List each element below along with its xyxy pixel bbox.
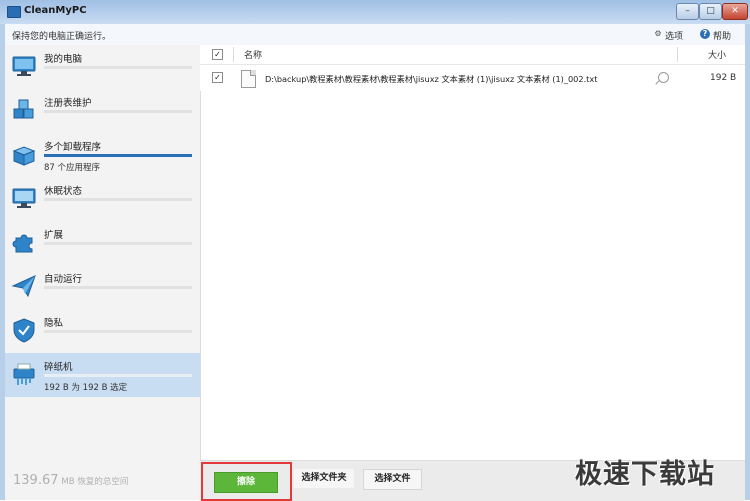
watermark-logo: 极速下载站: [575, 459, 715, 490]
file-icon: [241, 70, 256, 88]
progress-bar: [44, 198, 192, 201]
file-size: 192 B: [710, 73, 737, 83]
sidebar-item-label: 多个卸载程序: [44, 142, 102, 153]
sidebar-item-my-computer[interactable]: 我的电脑: [5, 45, 200, 89]
select-all-checkbox[interactable]: ✓: [212, 49, 223, 60]
paper-plane-icon: [11, 275, 36, 298]
hibernate-monitor-icon: [12, 188, 36, 208]
table-row[interactable]: ✓ D:\backup\教程素材\教程素材\教程素材\jisuxz 文本素材 (…: [200, 65, 745, 91]
status-text: 保持您的电脑正确运行。: [12, 32, 112, 42]
sidebar-item-label: 隐私: [44, 318, 64, 329]
reclaimed-space-summary: 139.67 MB 恢复的总空间: [13, 473, 128, 488]
window-frame-right: [745, 24, 750, 500]
erase-button[interactable]: 擦除: [214, 472, 278, 493]
column-header-name[interactable]: 名称: [244, 48, 262, 61]
progress-bar: [44, 154, 192, 157]
progress-bar: [44, 374, 192, 377]
shredder-icon: [13, 363, 35, 385]
column-header-size[interactable]: 大小: [708, 48, 726, 61]
progress-bar: [44, 110, 192, 113]
select-folder-button[interactable]: 选择文件夹: [294, 469, 354, 488]
options-link[interactable]: 选项: [665, 29, 683, 42]
reclaimed-value: 139.67: [13, 473, 59, 488]
select-file-button[interactable]: 选择文件: [363, 469, 422, 490]
sidebar-item-label: 自动运行: [44, 274, 83, 285]
sidebar-item-autorun[interactable]: 自动运行: [5, 265, 200, 309]
app-logo-icon: [7, 6, 21, 18]
sidebar-item-label: 扩展: [44, 230, 64, 241]
sidebar-item-label: 我的电脑: [44, 54, 83, 65]
sidebar-item-hibernate[interactable]: 休眠状态: [5, 177, 200, 221]
registry-cubes-icon: [13, 99, 34, 119]
sidebar: 我的电脑 注册表维护 多个卸载程序 87 个应用程序 休眠状态 扩展 自动运行 …: [5, 45, 201, 500]
sidebar-item-uninstaller[interactable]: 多个卸载程序 87 个应用程序: [5, 133, 200, 177]
row-checkbox[interactable]: ✓: [212, 72, 223, 83]
reclaimed-label: 恢复的总空间: [77, 477, 129, 487]
sidebar-item-label: 休眠状态: [44, 186, 83, 197]
computer-icon: [12, 56, 36, 76]
help-link[interactable]: 帮助: [713, 29, 731, 42]
sidebar-item-privacy[interactable]: 隐私: [5, 309, 200, 353]
maximize-button[interactable]: □: [699, 3, 722, 20]
uninstaller-box-icon: [12, 146, 36, 166]
file-path: D:\backup\教程素材\教程素材\教程素材\jisuxz 文本素材 (1)…: [265, 74, 598, 84]
minimize-button[interactable]: –: [676, 3, 699, 20]
erase-highlight-box: 擦除: [201, 462, 292, 501]
help-icon[interactable]: ?: [700, 29, 710, 39]
progress-bar: [44, 330, 192, 333]
sidebar-item-subtext: 87 个应用程序: [44, 163, 101, 173]
file-list-header: ✓ 名称 大小: [200, 45, 745, 65]
sidebar-item-subtext: 192 B 为 192 B 选定: [44, 383, 128, 393]
progress-bar: [44, 286, 192, 289]
close-button[interactable]: ✕: [722, 3, 748, 20]
app-title: CleanMyPC: [24, 5, 87, 16]
column-divider: [677, 47, 678, 62]
reclaimed-unit: MB: [61, 477, 75, 487]
sidebar-item-label: 注册表维护: [44, 98, 92, 109]
shield-icon: [13, 318, 35, 343]
gear-icon[interactable]: ⚙: [653, 29, 663, 39]
progress-bar: [44, 242, 192, 245]
title-bar: CleanMyPC – □ ✕: [0, 0, 750, 25]
sidebar-item-shredder[interactable]: 碎纸机 192 B 为 192 B 选定: [5, 353, 200, 397]
column-divider: [233, 47, 234, 62]
sidebar-item-registry[interactable]: 注册表维护: [5, 89, 200, 133]
puzzle-icon: [12, 234, 33, 253]
progress-bar: [44, 66, 192, 69]
sidebar-item-label: 碎纸机: [44, 362, 73, 373]
status-header: 保持您的电脑正确运行。 ⚙ 选项 ? 帮助: [5, 24, 745, 46]
search-icon[interactable]: [658, 72, 669, 83]
sidebar-item-extensions[interactable]: 扩展: [5, 221, 200, 265]
